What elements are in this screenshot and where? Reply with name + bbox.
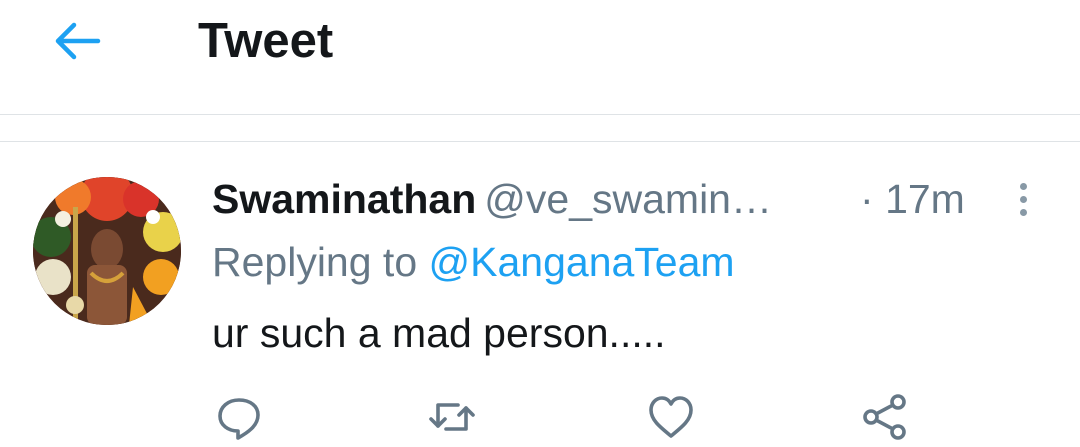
author-handle[interactable]: @ve_swamin… [484, 176, 772, 222]
tweet-time: · 17m [860, 177, 965, 221]
page-title: Tweet [198, 14, 334, 68]
replying-to-label: Replying to [212, 239, 418, 285]
reply-icon [218, 398, 260, 440]
retweet-button[interactable] [427, 392, 477, 442]
author-name[interactable]: Swaminathan [212, 176, 476, 222]
like-icon [649, 396, 693, 438]
share-button[interactable] [860, 392, 910, 442]
avatar[interactable] [33, 177, 181, 325]
more-vertical-icon [1011, 183, 1035, 216]
app-header: Tweet [0, 0, 1080, 114]
more-options-button[interactable] [1011, 178, 1035, 222]
retweet-icon [429, 403, 475, 431]
tweet-actions [0, 392, 1080, 442]
replying-to-handle[interactable]: @KanganaTeam [429, 239, 735, 285]
tweet-author[interactable]: Swaminathan @ve_swamin… [212, 177, 772, 221]
replying-to: Replying to @KanganaTeam [212, 239, 735, 285]
divider [0, 114, 1080, 115]
avatar-image [33, 177, 181, 325]
tweet-text: ur such a mad person..... [212, 310, 666, 356]
reply-button[interactable] [214, 392, 264, 442]
share-icon [863, 394, 906, 440]
like-button[interactable] [646, 392, 696, 442]
back-button[interactable] [50, 18, 104, 64]
arrow-left-icon [55, 22, 101, 60]
timestamp: 17m [885, 176, 965, 222]
time-separator: · [860, 176, 874, 222]
tweet-item[interactable]: Swaminathan @ve_swamin… · 17m Replying to… [0, 142, 1080, 447]
